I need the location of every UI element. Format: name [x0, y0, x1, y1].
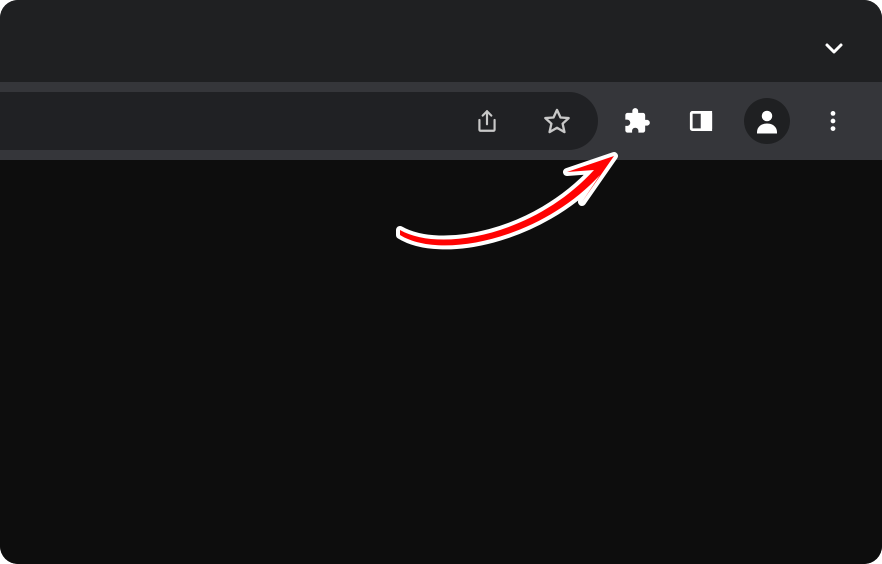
- page-content: [0, 160, 882, 564]
- side-panel-icon: [688, 108, 714, 134]
- share-button[interactable]: [466, 100, 508, 142]
- tabs-dropdown-button[interactable]: [822, 36, 846, 60]
- extensions-puzzle-icon: [623, 107, 651, 135]
- side-panel-button[interactable]: [680, 100, 722, 142]
- browser-window: [0, 0, 882, 564]
- omnibox[interactable]: [0, 92, 598, 150]
- more-vert-icon: [820, 108, 846, 134]
- chevron-down-icon: [822, 35, 846, 61]
- menu-button[interactable]: [812, 100, 854, 142]
- profile-button[interactable]: [744, 98, 790, 144]
- profile-icon: [752, 106, 782, 136]
- share-icon: [474, 108, 500, 134]
- toolbar: [0, 82, 882, 160]
- toolbar-right-icons: [616, 98, 854, 144]
- extensions-button[interactable]: [616, 100, 658, 142]
- bookmark-star-icon: [543, 107, 571, 135]
- tab-strip: [0, 0, 882, 82]
- bookmark-button[interactable]: [536, 100, 578, 142]
